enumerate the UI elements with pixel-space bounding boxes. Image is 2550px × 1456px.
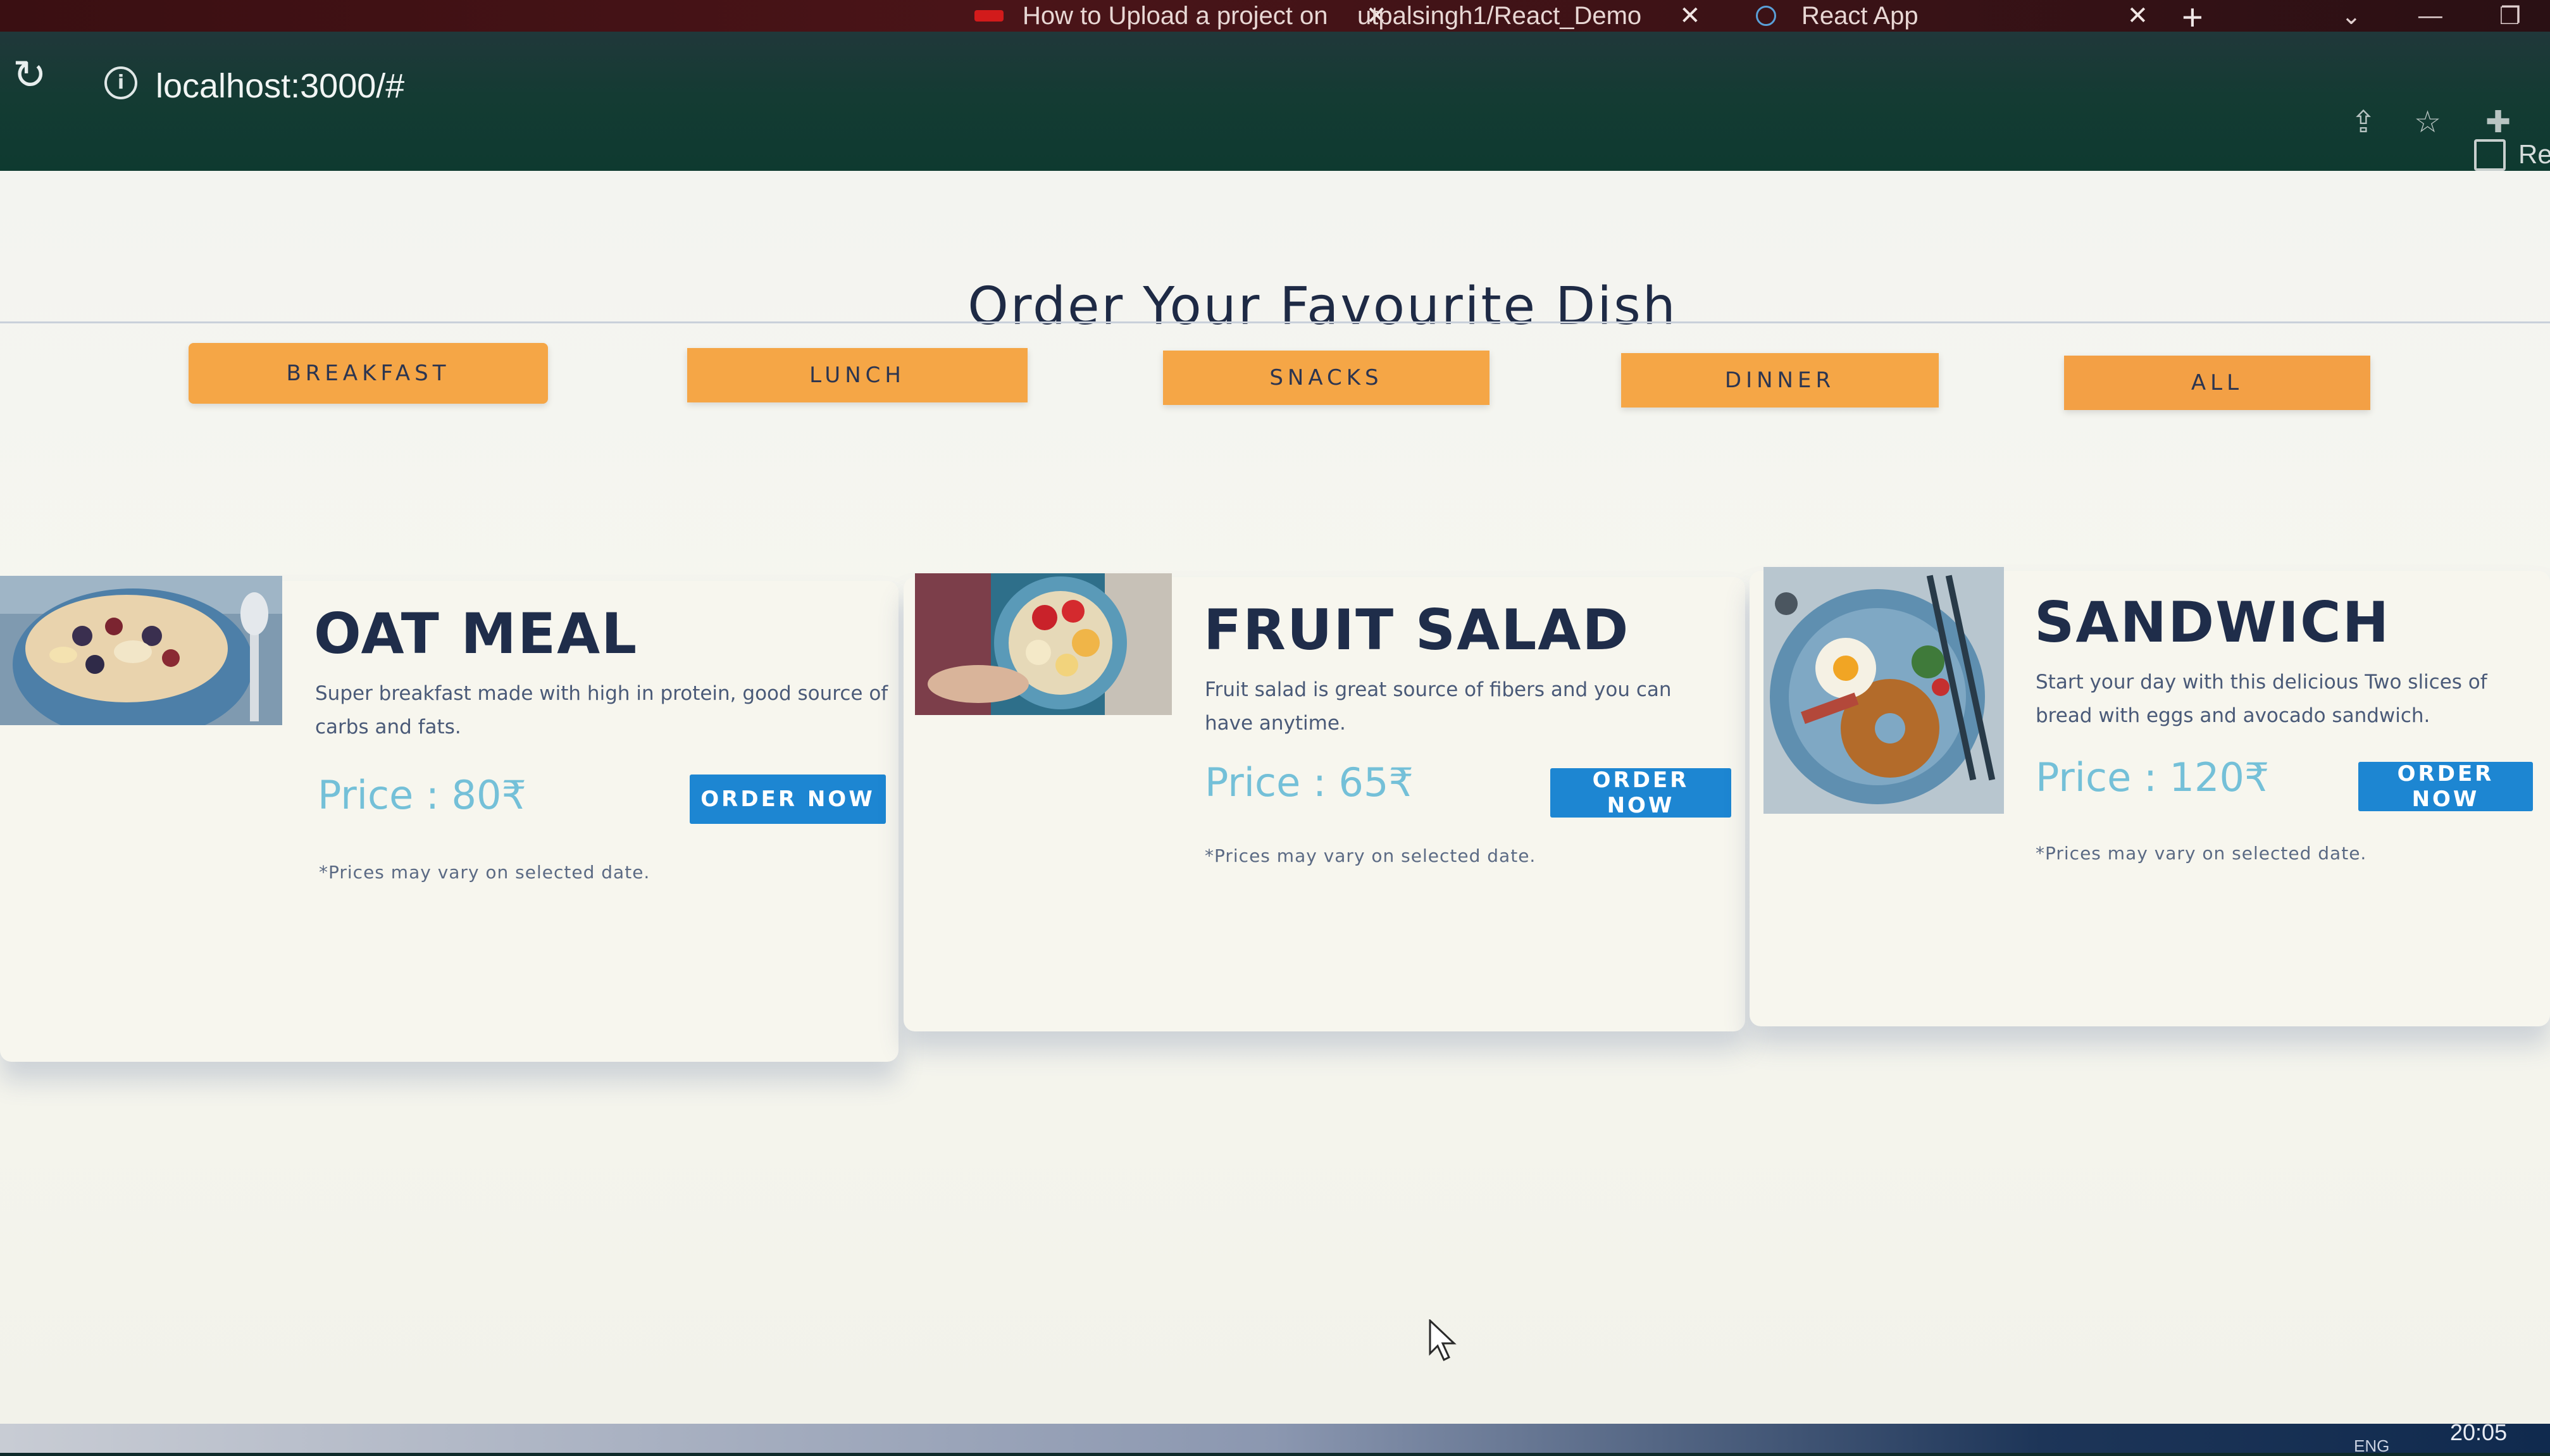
oat-meal-image xyxy=(0,576,282,725)
dish-title: FRUIT SALAD xyxy=(1203,597,1630,663)
close-icon[interactable]: ✕ xyxy=(1679,1,1701,30)
react-icon xyxy=(1756,6,1776,26)
tab-react-demo[interactable]: utpalsingh1/React_Demo ✕ xyxy=(1357,0,1701,32)
page-title: Order Your Favourite Dish xyxy=(967,276,1677,337)
tab-label: How to Upload a project on xyxy=(1023,1,1328,30)
browser-tab-bar: How to Upload a project on ✕ utpalsingh1… xyxy=(0,0,2550,38)
tab-search-icon[interactable]: ⌄ xyxy=(2341,2,2361,30)
all-button[interactable]: ALL xyxy=(2064,356,2370,410)
order-now-button[interactable]: ORDER NOW xyxy=(690,775,886,824)
extensions-icon[interactable]: ✚ xyxy=(2485,104,2511,140)
tab-label: utpalsingh1/React_Demo xyxy=(1357,1,1642,30)
dish-card-sandwich: SANDWICH Start your day with this delici… xyxy=(1750,567,2550,1026)
fruit-salad-image xyxy=(915,573,1172,715)
language-indicator[interactable]: ENG xyxy=(2354,1436,2389,1456)
order-now-button[interactable]: ORDER NOW xyxy=(1550,768,1731,818)
dish-card-fruit-salad: FRUIT SALAD Fruit salad is great source … xyxy=(904,573,1745,1031)
lunch-button[interactable]: LUNCH xyxy=(687,348,1028,402)
os-taskbar xyxy=(0,1424,2550,1453)
tab-label: React App xyxy=(1801,1,1919,30)
window-controls: ⌄ — ❐ xyxy=(2341,0,2521,32)
dish-price: Price : 80₹ xyxy=(318,772,526,818)
taskbar-clock[interactable]: 20:05 xyxy=(2450,1419,2507,1446)
dish-card-oat-meal: OAT MEAL Super breakfast made with high … xyxy=(0,576,899,1062)
dish-description: Start your day with this delicious Two s… xyxy=(2036,671,2487,727)
divider xyxy=(0,321,2550,323)
dish-description: Fruit salad is great source of fibers an… xyxy=(1205,678,1672,735)
dish-title: SANDWICH xyxy=(2034,590,2391,655)
reload-icon[interactable]: ↻ xyxy=(13,52,47,99)
snacks-button[interactable]: SNACKS xyxy=(1163,351,1490,405)
address-bar[interactable]: localhost:3000/# xyxy=(156,66,404,106)
browser-toolbar: ↻ i localhost:3000/# ⇪ ☆ ✚ xyxy=(0,32,2550,174)
page-content: Order Your Favourite Dish BREAKFAST LUNC… xyxy=(0,171,2550,1453)
dish-description: Super breakfast made with high in protei… xyxy=(315,682,888,738)
minimize-icon[interactable]: — xyxy=(2418,3,2442,30)
reading-list-icon[interactable] xyxy=(2474,139,2506,171)
close-icon[interactable]: ✕ xyxy=(2127,1,2149,30)
dish-title: OAT MEAL xyxy=(314,601,638,666)
breakfast-button[interactable]: BREAKFAST xyxy=(189,343,548,404)
mouse-cursor-icon xyxy=(1429,1319,1457,1361)
dinner-button[interactable]: DINNER xyxy=(1621,353,1939,408)
youtube-icon xyxy=(974,10,1004,22)
reading-list-label[interactable]: Rea xyxy=(2518,139,2550,170)
bookmark-star-icon[interactable]: ☆ xyxy=(2414,104,2441,140)
dish-price: Price : 65₹ xyxy=(1205,759,1414,806)
price-note: *Prices may vary on selected date. xyxy=(1205,845,1536,866)
dish-price: Price : 120₹ xyxy=(2036,754,2270,800)
price-note: *Prices may vary on selected date. xyxy=(319,862,650,883)
tab-upload-project[interactable]: How to Upload a project on ✕ xyxy=(974,0,1387,32)
restore-icon[interactable]: ❐ xyxy=(2499,2,2521,30)
tab-react-app[interactable]: React App ✕ xyxy=(1756,0,2148,32)
site-info-icon[interactable]: i xyxy=(104,66,137,99)
price-note: *Prices may vary on selected date. xyxy=(2036,843,2367,864)
order-now-button[interactable]: ORDER NOW xyxy=(2358,761,2533,812)
sandwich-image xyxy=(1763,567,2004,814)
share-icon[interactable]: ⇪ xyxy=(2351,104,2376,140)
